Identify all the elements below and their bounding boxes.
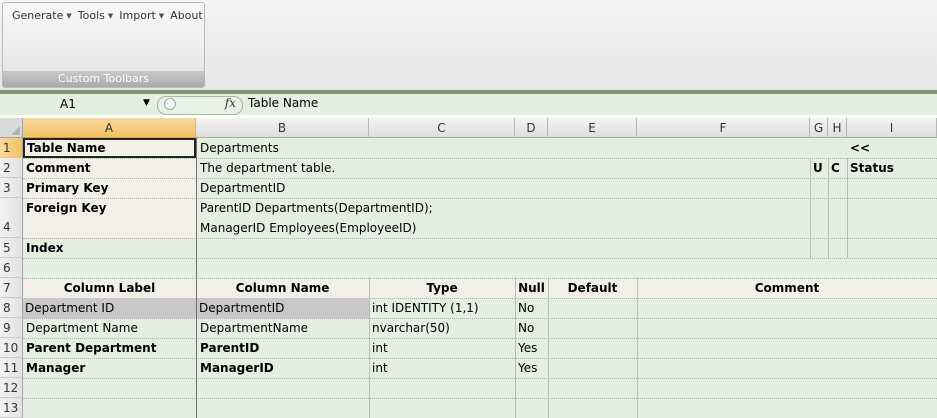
gridline xyxy=(548,278,549,418)
select-all-corner[interactable] xyxy=(0,118,23,138)
column-header-g[interactable]: G xyxy=(810,118,828,138)
comment-header[interactable]: Comment xyxy=(637,278,937,298)
row-header-11[interactable]: 11 xyxy=(0,358,23,378)
row-header-9[interactable]: 9 xyxy=(0,318,23,338)
column-header-c[interactable]: C xyxy=(369,118,515,138)
index-label-cell[interactable]: Index xyxy=(24,238,194,258)
column-header-b[interactable]: B xyxy=(196,118,369,138)
column-name-header[interactable]: Column Name xyxy=(196,278,369,298)
table-row-label[interactable]: Manager xyxy=(24,358,196,378)
comment-label-cell[interactable]: Comment xyxy=(24,158,194,178)
row-header-2[interactable]: 2 xyxy=(0,158,23,178)
primary-key-label-cell[interactable]: Primary Key xyxy=(24,178,194,198)
table-row-label[interactable]: Department ID xyxy=(23,298,196,318)
gridline xyxy=(637,278,638,418)
table-row-null[interactable]: No xyxy=(516,298,548,318)
resize-handle-icon[interactable] xyxy=(164,98,176,110)
table-row-name[interactable]: ParentID xyxy=(198,338,369,358)
row-header-5[interactable]: 5 xyxy=(0,238,23,258)
row-header-1[interactable]: 1 xyxy=(0,138,23,158)
name-box[interactable]: A1 ▼ xyxy=(2,96,152,113)
type-header[interactable]: Type xyxy=(369,278,515,298)
generate-menu[interactable]: Generate ▼ xyxy=(9,9,75,22)
column-header-h[interactable]: H xyxy=(828,118,847,138)
formula-bar-controls: fx xyxy=(157,96,243,115)
addin-menu: Generate ▼ Tools ▼ Import ▼ About xyxy=(9,9,206,22)
generate-menu-label: Generate xyxy=(12,9,64,22)
c-header-cell[interactable]: C xyxy=(829,158,846,178)
name-box-value: A1 xyxy=(60,97,76,111)
null-header[interactable]: Null xyxy=(515,278,548,298)
column-header-e[interactable]: E xyxy=(548,118,637,138)
custom-toolbars-group: Generate ▼ Tools ▼ Import ▼ About Custom To… xyxy=(2,2,205,88)
table-row-type[interactable]: int xyxy=(370,338,515,358)
column-header-d[interactable]: D xyxy=(515,118,548,138)
row-header-7[interactable]: 7 xyxy=(0,278,23,298)
table-row-name[interactable]: DepartmentName xyxy=(198,318,369,338)
import-menu-label: Import xyxy=(119,9,156,22)
name-box-dropdown-icon[interactable]: ▼ xyxy=(143,98,150,108)
table-row-name[interactable]: DepartmentID xyxy=(197,298,369,318)
about-menu-label: About xyxy=(170,9,203,22)
table-name-value-cell[interactable]: Departments xyxy=(198,138,798,158)
column-label-header[interactable]: Column Label xyxy=(23,278,196,298)
table-row-null[interactable]: Yes xyxy=(516,338,548,358)
row-header-4[interactable]: 4 xyxy=(0,198,23,238)
foreign-key-label-cell[interactable]: Foreign Key xyxy=(24,198,194,218)
table-row-type[interactable]: int IDENTITY (1,1) xyxy=(370,298,515,318)
table-row-null[interactable]: Yes xyxy=(516,358,548,378)
gridline xyxy=(23,398,937,399)
column-header-i[interactable]: I xyxy=(847,118,937,138)
row-header-10[interactable]: 10 xyxy=(0,338,23,358)
table-row-type[interactable]: int xyxy=(370,358,515,378)
row-header-6[interactable]: 6 xyxy=(0,258,23,278)
column-header-a[interactable]: A xyxy=(23,118,196,138)
tools-menu[interactable]: Tools ▼ xyxy=(75,9,117,22)
comment-value-cell[interactable]: The department table. xyxy=(198,158,798,178)
ribbon: Generate ▼ Tools ▼ Import ▼ About Custom To… xyxy=(0,0,937,90)
table-row-type[interactable]: nvarchar(50) xyxy=(370,318,515,338)
formula-input[interactable]: Table Name xyxy=(248,96,318,110)
collapse-toggle-cell[interactable]: << xyxy=(848,138,888,158)
gridline xyxy=(23,378,937,379)
chevron-down-icon: ▼ xyxy=(158,11,165,20)
table-row-null[interactable]: No xyxy=(516,318,548,338)
table-name-label-cell[interactable]: Table Name xyxy=(23,138,196,158)
row-header-3[interactable]: 3 xyxy=(0,178,23,198)
group-caption: Custom Toolbars xyxy=(3,71,204,87)
foreign-key-value-line2[interactable]: ManagerID Employees(EmployeeID) xyxy=(198,218,798,238)
default-header[interactable]: Default xyxy=(548,278,637,298)
chevron-down-icon: ▼ xyxy=(66,11,72,20)
u-header-cell[interactable]: U xyxy=(811,158,828,178)
primary-key-value-cell[interactable]: DepartmentID xyxy=(198,178,798,198)
row-header-13[interactable]: 13 xyxy=(0,398,23,418)
about-menu[interactable]: About xyxy=(167,9,206,22)
chevron-down-icon: ▼ xyxy=(107,11,114,20)
gridline xyxy=(23,258,937,259)
formula-bar: A1 ▼ fx Table Name xyxy=(0,90,937,115)
foreign-key-value-line1[interactable]: ParentID Departments(DepartmentID); xyxy=(198,198,798,218)
status-header-cell[interactable]: Status xyxy=(848,158,936,178)
import-menu[interactable]: Import ▼ xyxy=(116,9,167,22)
table-row-label[interactable]: Parent Department xyxy=(24,338,196,358)
insert-function-icon[interactable]: fx xyxy=(225,96,236,110)
row-header-8[interactable]: 8 xyxy=(0,298,23,318)
column-header-f[interactable]: F xyxy=(637,118,810,138)
row-header-12[interactable]: 12 xyxy=(0,378,23,398)
table-row-name[interactable]: ManagerID xyxy=(198,358,369,378)
tools-menu-label: Tools xyxy=(77,9,105,22)
table-row-label[interactable]: Department Name xyxy=(24,318,196,338)
